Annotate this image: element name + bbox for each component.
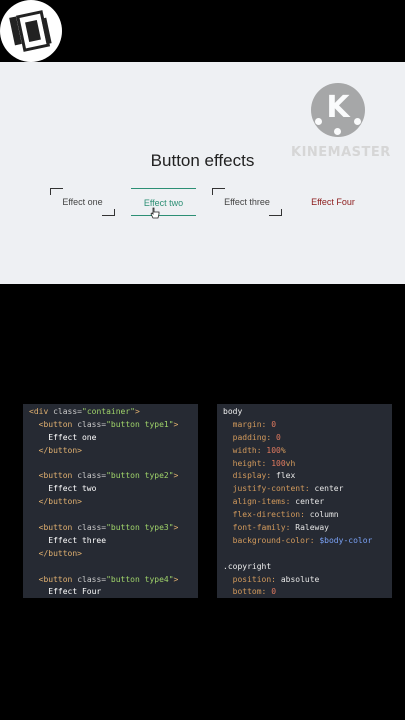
code-line: Effect one	[29, 432, 97, 442]
code-line: </button>	[38, 497, 82, 507]
watermark-dot	[315, 118, 322, 125]
code-line: Effect two	[29, 484, 97, 494]
effect-one-button[interactable]: Effect one	[50, 188, 115, 216]
code-line: background-color: $body-color	[232, 535, 373, 545]
corner-decoration	[269, 209, 282, 216]
code-line: padding: 0	[232, 432, 281, 442]
html-code-panel: <div class="container"> <button class="b…	[23, 404, 198, 598]
corner-decoration	[212, 188, 225, 195]
code-line: body	[223, 407, 243, 416]
code-line: <button class="button type1">	[38, 419, 179, 429]
code-line: position: absolute	[232, 574, 320, 584]
code-line: width: 100%	[232, 445, 286, 455]
corner-decoration	[102, 209, 115, 216]
code-line: margin: 0	[232, 419, 277, 429]
code-line: <button class="button type2">	[38, 471, 179, 481]
code-line: align-items: center	[232, 497, 325, 507]
code-line: <div class="container">	[29, 407, 140, 416]
app-logo-icon	[0, 0, 62, 62]
code-line: <button class="button type4">	[38, 574, 179, 584]
effect-three-label: Effect three	[224, 197, 270, 207]
code-line: </button>	[38, 548, 82, 558]
corner-decoration	[50, 188, 63, 195]
code-line: height: 100vh	[232, 458, 296, 468]
effect-four-button[interactable]: Effect Four	[298, 188, 368, 216]
code-line: Effect three	[29, 535, 107, 545]
code-line: font-family: Raleway	[232, 523, 329, 533]
effect-two-button[interactable]: Effect two	[131, 188, 196, 216]
code-line: <button class="button type3">	[38, 523, 179, 533]
code-line: justify-content: center	[232, 484, 344, 494]
watermark-dot	[334, 128, 341, 135]
code-line: display: flex	[232, 471, 296, 481]
code-line: Effect Four	[29, 587, 102, 597]
css-code-panel: body margin: 0 padding: 0 width: 100% he…	[217, 404, 392, 598]
code-line: flex-direction: column	[232, 510, 339, 520]
effect-four-label: Effect Four	[311, 197, 355, 207]
code-line: bottom: 0	[232, 587, 277, 597]
hand-cursor-icon	[150, 207, 160, 219]
kinemaster-watermark-icon: K	[311, 83, 365, 137]
watermark-dot	[354, 118, 361, 125]
effect-three-button[interactable]: Effect three	[212, 188, 282, 216]
page-title: Button effects	[150, 151, 255, 170]
preview-area: K KINEMASTER	[0, 62, 405, 284]
code-line: .copyright	[223, 561, 272, 571]
effect-one-label: Effect one	[62, 197, 103, 207]
code-line: </button>	[38, 445, 82, 455]
